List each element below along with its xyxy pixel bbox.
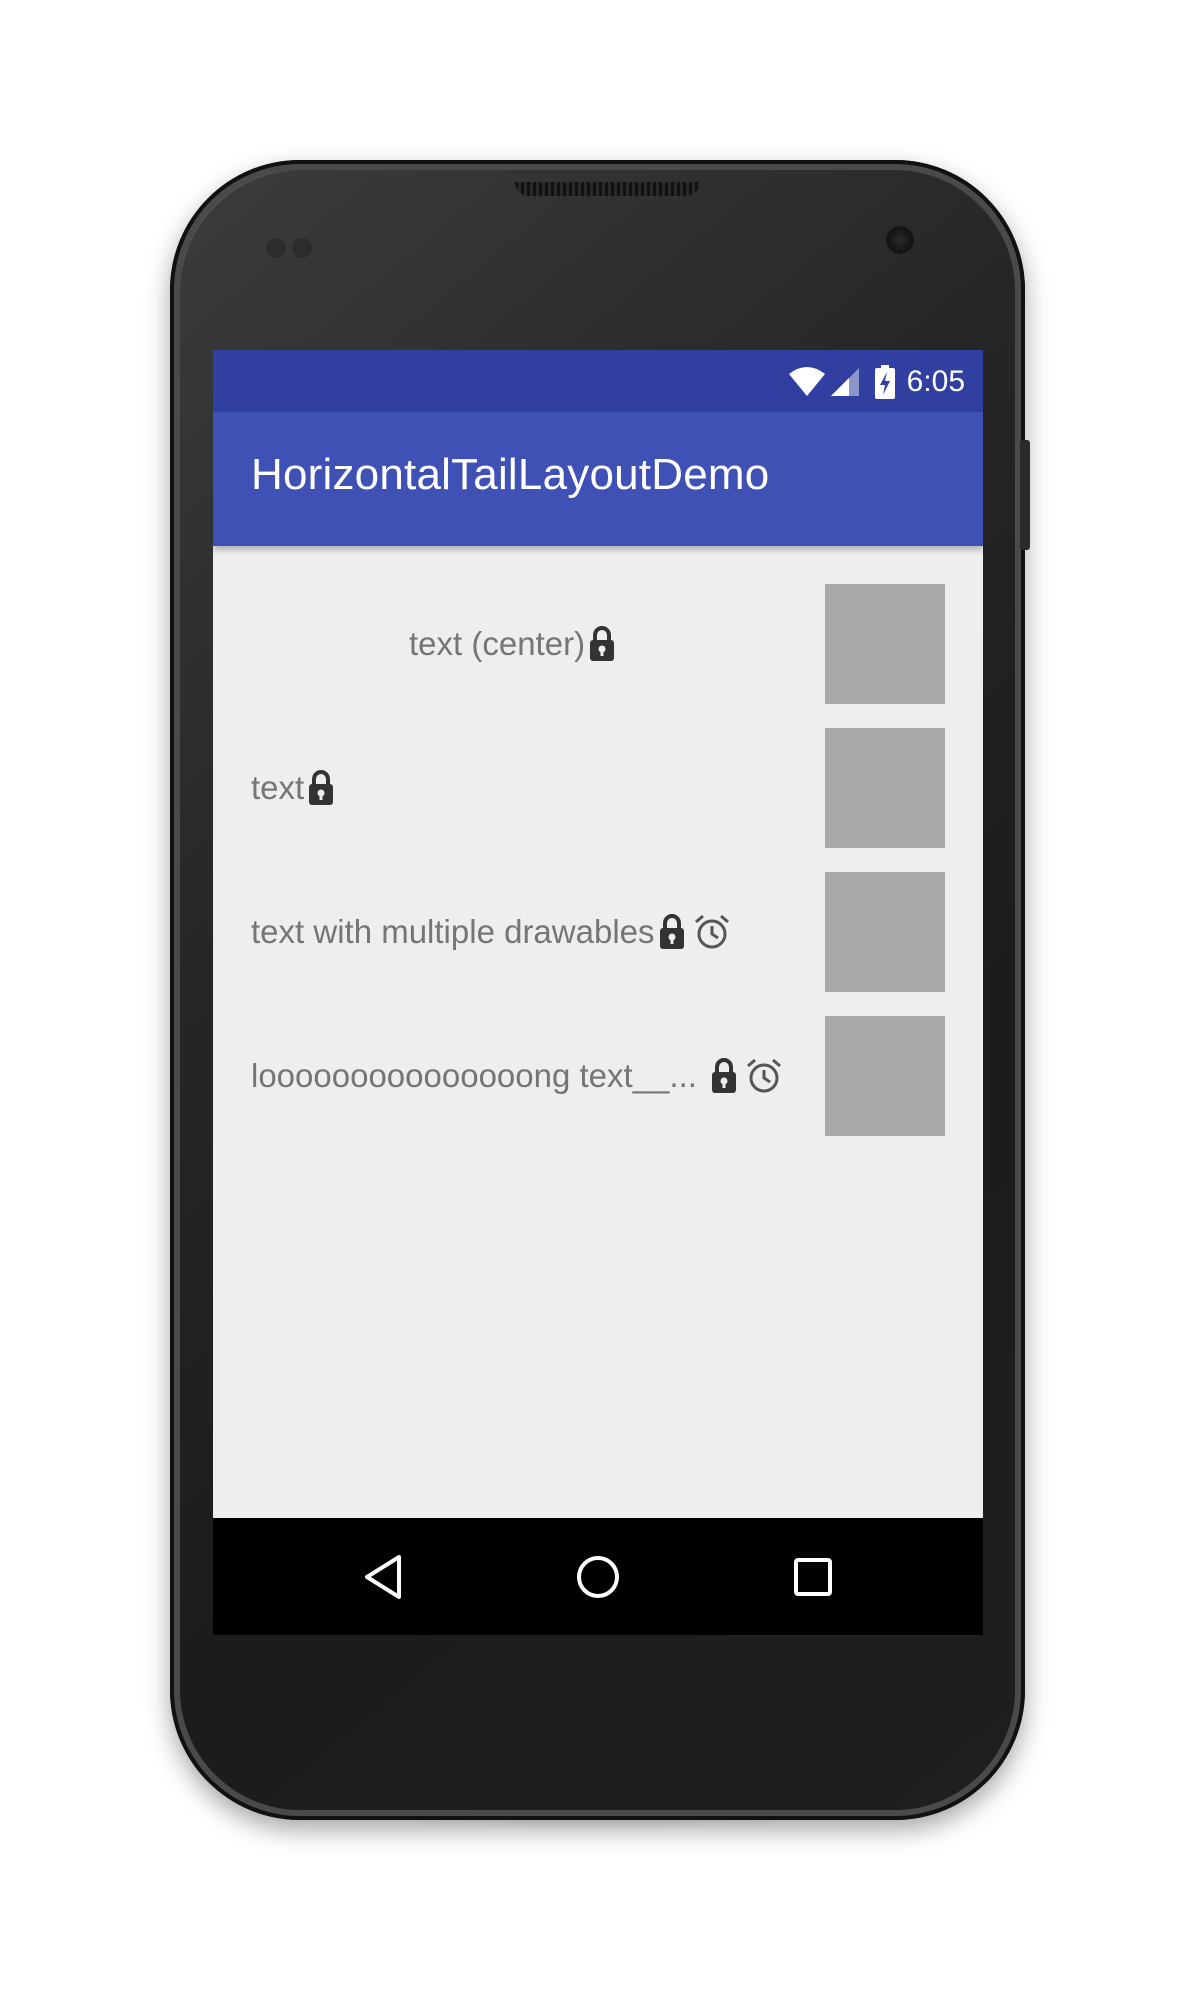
alarm-icon bbox=[691, 913, 731, 951]
list-item[interactable]: text bbox=[213, 728, 983, 848]
list-item[interactable]: looooooooooooooong text__... bbox=[213, 1016, 983, 1136]
lock-icon bbox=[304, 769, 336, 807]
front-camera bbox=[886, 226, 914, 254]
status-bar: 6:05 bbox=[213, 350, 983, 412]
thumbnail-image bbox=[825, 872, 945, 992]
power-button[interactable] bbox=[1020, 440, 1030, 550]
thumbnail-image bbox=[825, 728, 945, 848]
wifi-icon bbox=[787, 366, 827, 398]
thumbnail-image bbox=[825, 584, 945, 704]
home-icon[interactable] bbox=[572, 1551, 624, 1603]
device-screen: 6:05 HorizontalTailLayoutDemo text (cent… bbox=[213, 350, 983, 1635]
back-icon[interactable] bbox=[357, 1551, 409, 1603]
app-bar: HorizontalTailLayoutDemo bbox=[213, 412, 983, 546]
alarm-icon bbox=[743, 1057, 783, 1095]
recents-icon[interactable] bbox=[787, 1551, 839, 1603]
earpiece-speaker bbox=[515, 182, 700, 196]
status-time: 6:05 bbox=[906, 365, 965, 398]
cellular-signal-icon bbox=[829, 366, 861, 398]
battery-charging-icon bbox=[874, 365, 895, 399]
row-text-center: text (center) bbox=[409, 584, 617, 704]
row-label: text (center) bbox=[409, 625, 586, 662]
row-label: text with multiple drawables bbox=[251, 913, 655, 950]
lock-icon bbox=[585, 625, 617, 663]
row-text: text with multiple drawables bbox=[251, 872, 731, 992]
lock-icon bbox=[655, 913, 687, 951]
lock-icon bbox=[707, 1057, 739, 1095]
row-label: looooooooooooooong text__... bbox=[251, 1057, 697, 1094]
list-item[interactable]: text (center) bbox=[213, 584, 983, 704]
list-item[interactable]: text with multiple drawables bbox=[213, 872, 983, 992]
thumbnail-image bbox=[825, 1016, 945, 1136]
app-title: HorizontalTailLayoutDemo bbox=[251, 450, 770, 499]
row-label: text bbox=[251, 769, 305, 806]
status-icons: 6:05 bbox=[787, 364, 965, 400]
row-text: text bbox=[251, 728, 336, 848]
navigation-bar bbox=[213, 1518, 983, 1635]
row-text: looooooooooooooong text__... bbox=[251, 1016, 783, 1136]
proximity-sensors bbox=[266, 238, 320, 258]
